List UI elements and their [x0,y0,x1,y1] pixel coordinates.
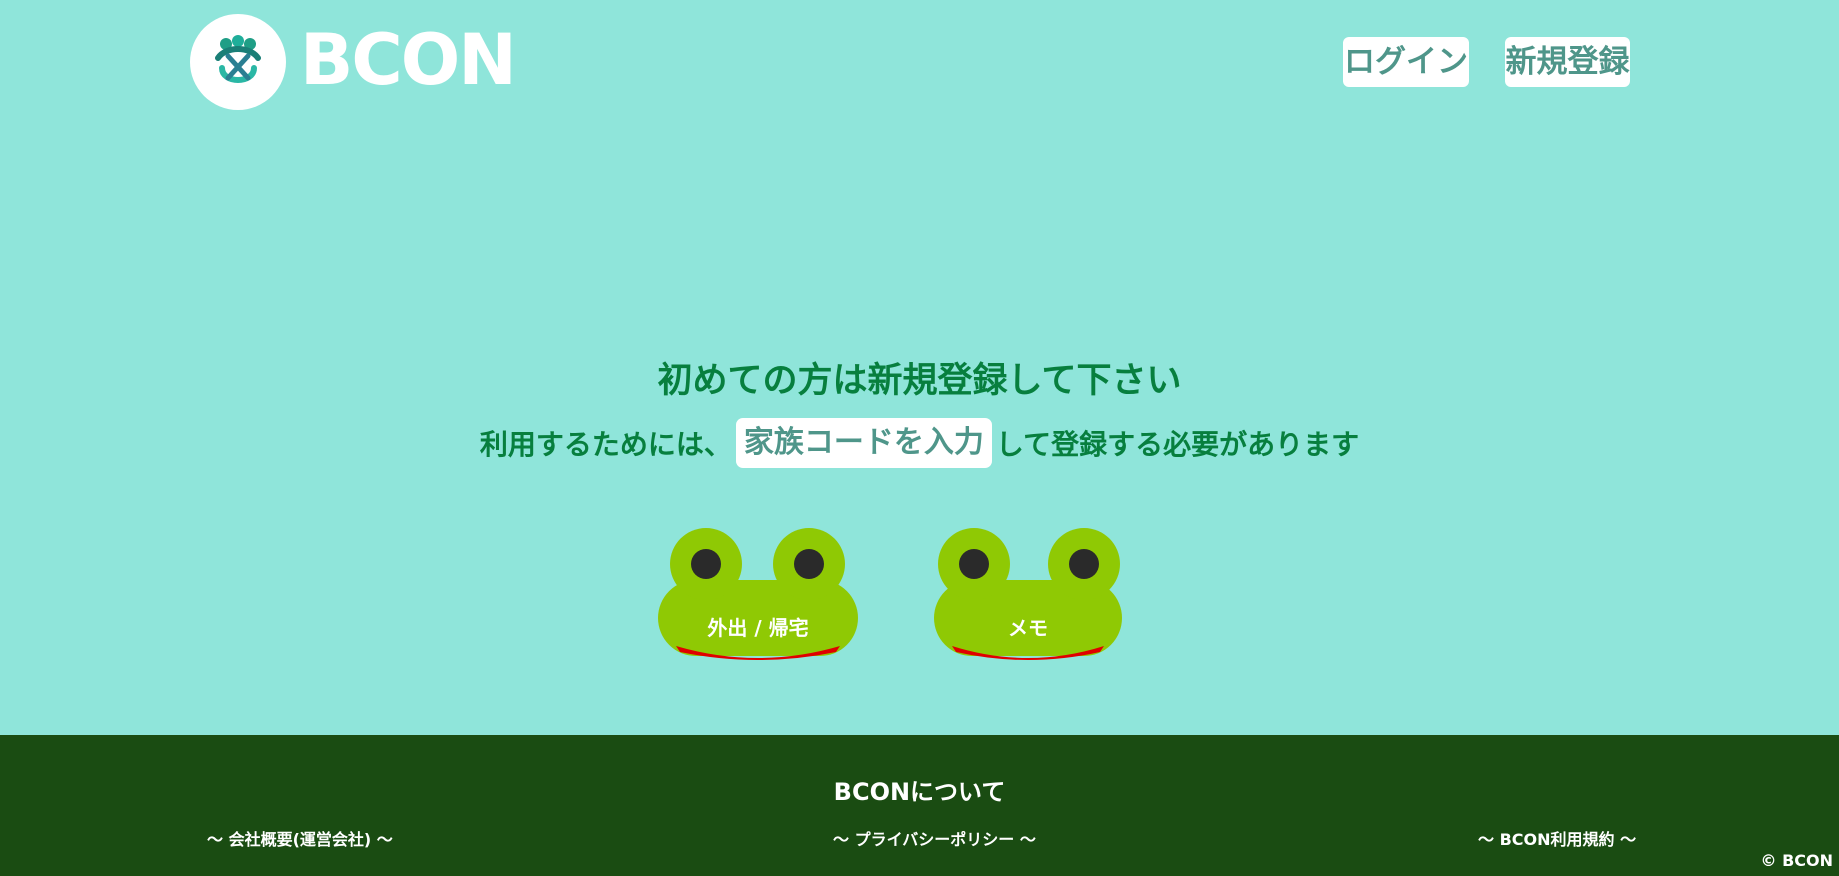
copyright: © BCON [1760,851,1834,870]
registration-instructions: 利用するためには、 家族コードを入力 して登録する必要があります [0,418,1839,468]
footer-link-company[interactable]: 〜 会社概要(運営会社) 〜 [207,826,393,850]
footer-link-terms[interactable]: 〜 BCON利用規約 〜 [1478,826,1636,850]
login-button[interactable]: ログイン [1343,37,1469,87]
footer-link-privacy[interactable]: 〜 プライバシーポリシー 〜 [833,826,1036,850]
frog-family-logo-icon [215,35,261,83]
family-code-button[interactable]: 家族コードを入力 [735,418,992,468]
signup-button[interactable]: 新規登録 [1505,37,1630,87]
outing-return-label: 外出 / 帰宅 [707,616,809,640]
page-headline: 初めての方は新規登録して下さい [657,361,1182,401]
memo-label: メモ [1008,616,1048,640]
logo-text[interactable]: BCON [300,22,517,98]
logo[interactable] [190,14,286,110]
instructions-suffix: して登録する必要があります [995,428,1360,461]
instructions-prefix: 利用するためには、 [479,428,732,461]
footer-title: BCONについて [833,778,1006,806]
